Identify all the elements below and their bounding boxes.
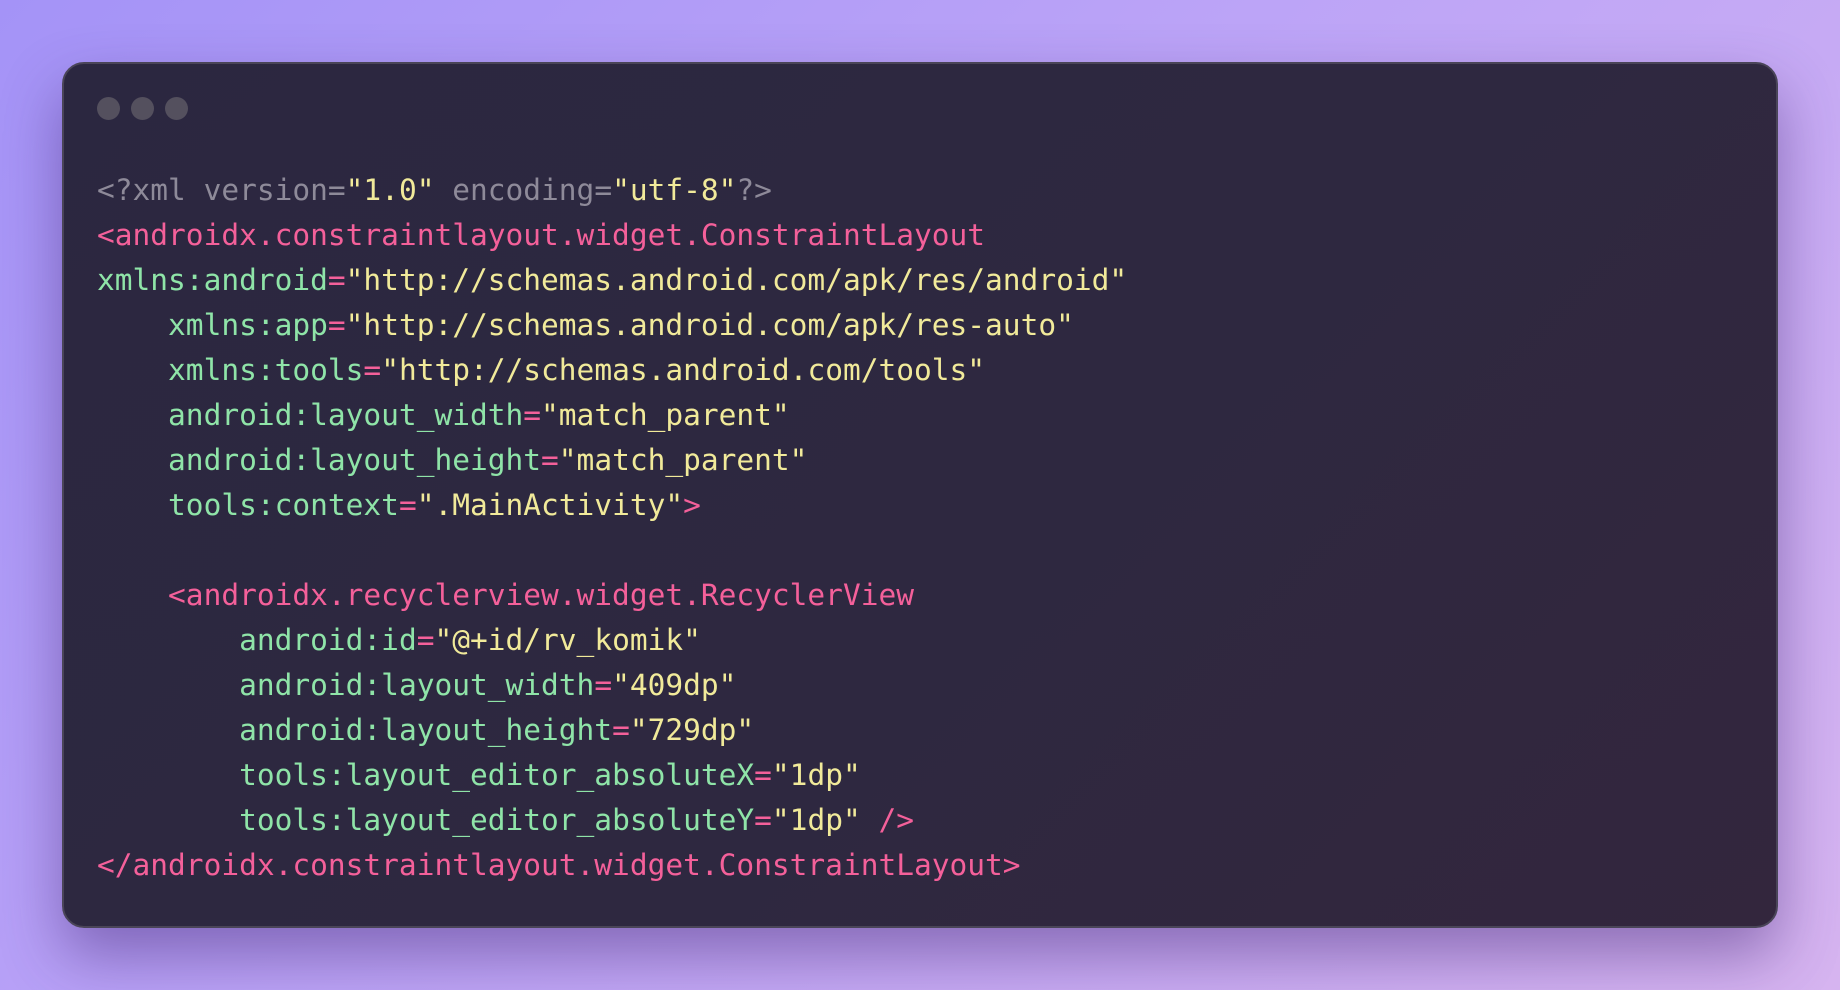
code-token: xmlns:android	[97, 263, 328, 297]
code-token: android:layout_width	[168, 398, 524, 432]
code-line: android:layout_height="match_parent"	[97, 438, 1127, 483]
code-token: "match_parent"	[558, 443, 808, 477]
code-token: tools:layout_editor_absoluteY	[239, 803, 755, 837]
code-token: =	[327, 263, 346, 297]
code-line: <androidx.recyclerview.widget.RecyclerVi…	[97, 573, 1127, 618]
code-token: ?>	[736, 173, 772, 207]
code-token: <androidx.constraintlayout.widget.Constr…	[97, 218, 986, 252]
code-line: tools:context=".MainActivity">	[97, 483, 1127, 528]
code-token: =	[416, 623, 435, 657]
code-token: "729dp"	[629, 713, 755, 747]
code-token: "1.0"	[345, 173, 435, 207]
code-line: xmlns:android="http://schemas.android.co…	[97, 258, 1127, 303]
code-token: <androidx.recyclerview.widget.RecyclerVi…	[168, 578, 914, 612]
window-dot-icon	[131, 97, 154, 120]
code-token: "http://schemas.android.com/tools"	[381, 353, 986, 387]
code-token: =	[523, 398, 542, 432]
code-token: >	[683, 488, 701, 522]
code-token: =	[612, 713, 630, 747]
code-token: <?xml version=	[97, 173, 346, 207]
code-token: tools:context	[168, 488, 399, 522]
code-token: android:layout_height	[168, 443, 542, 477]
code-token: android:layout_height	[239, 713, 613, 747]
code-line: <androidx.constraintlayout.widget.Constr…	[97, 213, 1127, 258]
code-token: ".MainActivity"	[416, 488, 684, 522]
code-token: "match_parent"	[541, 398, 790, 432]
code-line: android:layout_height="729dp"	[97, 708, 1127, 753]
code-token: "409dp"	[612, 668, 737, 702]
window-dot-icon	[97, 97, 120, 120]
window-dot-icon	[165, 97, 188, 120]
code-token: </androidx.constraintlayout.widget.Const…	[97, 848, 1021, 882]
code-block: <?xml version="1.0" encoding="utf-8"?> <a…	[97, 168, 1127, 888]
code-line: tools:layout_editor_absoluteX="1dp"	[97, 753, 1127, 798]
code-token: />	[860, 803, 915, 837]
code-token: encoding=	[434, 173, 613, 207]
code-token: android:layout_width	[239, 668, 595, 702]
code-line: android:id="@+id/rv_komik"	[97, 618, 1127, 663]
code-window: <?xml version="1.0" encoding="utf-8"?> <a…	[62, 62, 1778, 928]
code-line: tools:layout_editor_absoluteY="1dp" />	[97, 798, 1127, 843]
code-line: <?xml version="1.0" encoding="utf-8"?>	[97, 168, 1127, 213]
code-token: "1dp"	[771, 803, 861, 837]
code-token: =	[363, 353, 382, 387]
code-line: android:layout_width="409dp"	[97, 663, 1127, 708]
code-token: "1dp"	[771, 758, 861, 792]
code-token: =	[594, 668, 613, 702]
code-token: =	[754, 803, 772, 837]
code-token: "http://schemas.android.com/apk/res/andr…	[345, 263, 1128, 297]
code-line: xmlns:tools="http://schemas.android.com/…	[97, 348, 1127, 393]
window-controls	[97, 97, 188, 120]
code-line: </androidx.constraintlayout.widget.Const…	[97, 843, 1127, 888]
code-token: =	[754, 758, 772, 792]
code-token: =	[398, 488, 417, 522]
code-token: =	[327, 308, 346, 342]
code-token: "http://schemas.android.com/apk/res-auto…	[345, 308, 1074, 342]
code-line: xmlns:app="http://schemas.android.com/ap…	[97, 303, 1127, 348]
code-token: "@+id/rv_komik"	[434, 623, 701, 657]
code-token: tools:layout_editor_absoluteX	[239, 758, 755, 792]
code-line: android:layout_width="match_parent"	[97, 393, 1127, 438]
code-token: xmlns:app	[168, 308, 328, 342]
code-token: android:id	[239, 623, 417, 657]
code-token: xmlns:tools	[168, 353, 364, 387]
code-token: =	[541, 443, 559, 477]
code-token: "utf-8"	[612, 173, 737, 207]
